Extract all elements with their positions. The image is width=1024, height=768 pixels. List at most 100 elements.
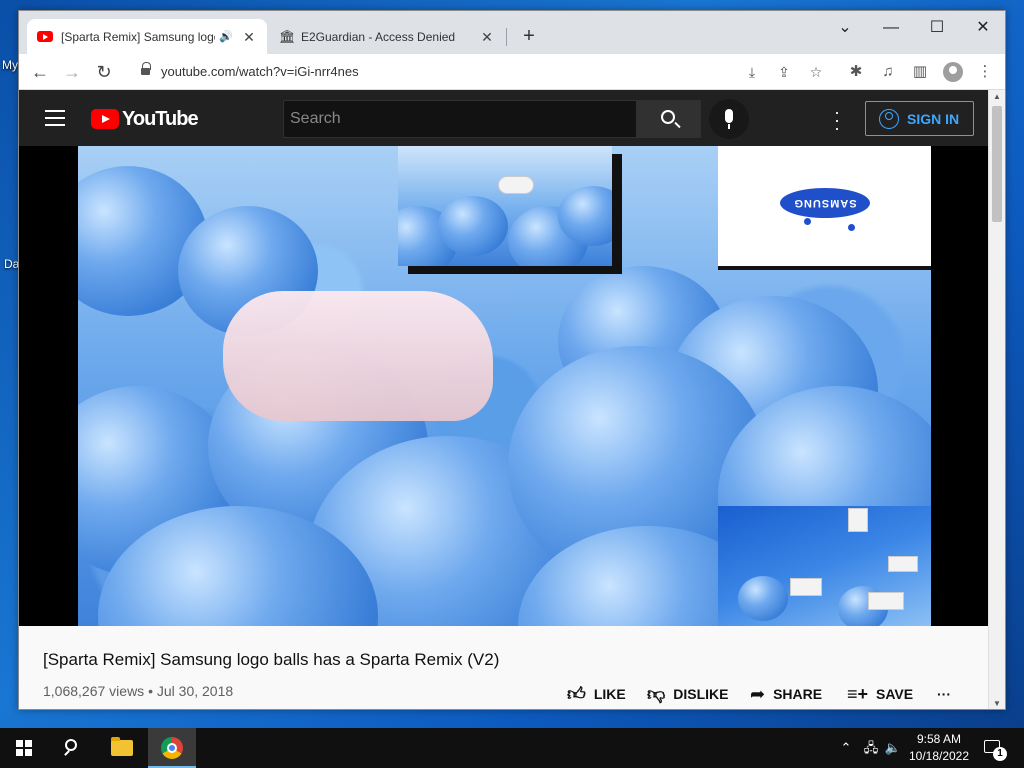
tab-youtube[interactable]: [Sparta Remix] Samsung logo balls has a … — [27, 19, 267, 54]
tab-strip: [Sparta Remix] Samsung logo balls has a … — [19, 11, 1005, 54]
scroll-up-arrow-icon[interactable]: ▲ — [989, 90, 1005, 104]
samsung-logo-icon: SAMSUNG — [780, 188, 870, 218]
view-count: 1,068,267 views — [43, 683, 145, 699]
video-title: [Sparta Remix] Samsung logo balls has a … — [43, 650, 500, 669]
add-to-playlist-icon: ≡+ — [847, 683, 869, 704]
start-button[interactable] — [0, 728, 48, 768]
side-panel-icon[interactable]: ▥ — [908, 60, 932, 84]
microphone-stand — [728, 124, 730, 129]
bookmark-star-icon[interactable]: ☆ — [805, 61, 827, 83]
tab-title: [Sparta Remix] Samsung logo balls has a … — [61, 29, 215, 44]
youtube-logo[interactable]: YouTube — [91, 108, 199, 130]
reload-button[interactable]: ↻ — [91, 59, 117, 85]
youtube-page: YouTube Search · · · SIGN IN SAMSUNG [Sp… — [19, 90, 990, 709]
network-icon[interactable]: 🖧 — [860, 728, 882, 768]
upload-date: Jul 30, 2018 — [156, 683, 234, 699]
dislike-button[interactable]: 👎︎ DISLIKE — [647, 682, 729, 706]
search-button[interactable] — [637, 100, 701, 138]
save-button[interactable]: ≡+ SAVE — [847, 682, 913, 706]
tab-title: E2Guardian - Access Denied — [301, 29, 456, 44]
action-center-button[interactable]: 1 — [982, 737, 1007, 761]
search-icon — [661, 110, 675, 124]
logo-drop — [848, 224, 855, 231]
search-input[interactable]: Search — [283, 100, 637, 138]
url-text[interactable]: youtube.com/watch?v=iGi-nrr4nes — [161, 64, 359, 79]
voice-search-button[interactable] — [709, 99, 749, 139]
extensions-puzzle-icon[interactable]: ✱ — [844, 60, 868, 84]
tab-e2guardian[interactable]: 🏛 E2Guardian - Access Denied ✕ — [271, 19, 503, 54]
close-tab-icon[interactable]: ✕ — [479, 29, 495, 45]
tab-search-chevron-icon[interactable]: ⌄ — [822, 15, 868, 43]
settings-dots-icon[interactable]: · · · — [829, 103, 845, 137]
white-letter-block — [848, 508, 868, 532]
logo-drop — [804, 218, 811, 225]
samsung-letter-s-object — [223, 291, 493, 421]
notification-count-badge: 1 — [993, 747, 1007, 761]
blue-ball — [438, 196, 508, 256]
share-page-icon[interactable]: ⇪ — [773, 61, 795, 83]
close-window-button[interactable]: ✕ — [960, 15, 1005, 43]
like-button[interactable]: 👍︎ LIKE — [567, 682, 626, 706]
share-button[interactable]: ➦ SHARE — [750, 682, 822, 706]
like-label: LIKE — [593, 686, 626, 702]
file-explorer-button[interactable] — [98, 728, 146, 768]
system-clock[interactable]: 9:58 AM 10/18/2022 — [902, 731, 976, 765]
browser-window: [Sparta Remix] Samsung logo balls has a … — [18, 10, 1006, 710]
white-letter-block — [498, 176, 534, 194]
more-actions-icon[interactable]: ··· — [937, 682, 951, 706]
white-letter-block — [888, 556, 918, 572]
minimize-button[interactable]: — — [868, 15, 914, 43]
pip-inset-bottom-right — [718, 506, 931, 626]
video-player[interactable]: SAMSUNG — [19, 146, 990, 626]
desktop-icon-label[interactable]: My — [2, 58, 18, 72]
hamburger-menu-icon[interactable] — [45, 110, 65, 126]
taskbar-search-button[interactable] — [48, 728, 96, 768]
clock-time: 9:58 AM — [916, 732, 962, 746]
thumbs-down-icon: 👎︎ — [647, 684, 666, 704]
address-bar[interactable]: youtube.com/watch?v=iGi-nrr4nes ⤓ ⇪ ☆ — [131, 58, 843, 86]
scroll-down-arrow-icon[interactable]: ▼ — [989, 697, 1005, 709]
volume-icon[interactable]: 🔈 — [882, 728, 904, 768]
meta-separator: • — [148, 683, 157, 699]
taskbar: ⌃ 🖧 🔈 9:58 AM 10/18/2022 1 — [0, 728, 1024, 768]
youtube-play-logo-icon — [91, 109, 119, 129]
clock-date: 10/18/2022 — [908, 749, 970, 763]
lock-icon[interactable] — [141, 62, 151, 77]
scrollbar-thumb[interactable] — [992, 106, 1002, 222]
page-scrollbar[interactable]: ▲ ▼ — [988, 90, 1005, 709]
white-letter-block — [790, 578, 822, 596]
search-placeholder: Search — [290, 110, 341, 127]
windows-logo-icon — [16, 740, 32, 756]
chrome-taskbar-button[interactable] — [148, 728, 196, 768]
video-stats: 1,068,267 views • Jul 30, 2018 — [43, 683, 233, 699]
search-handle — [64, 750, 70, 756]
audio-playing-icon[interactable]: 🔊 — [219, 30, 233, 43]
back-button[interactable]: ← — [27, 59, 53, 85]
install-app-icon[interactable]: ⤓ — [741, 61, 763, 83]
chrome-menu-icon[interactable]: ⋮ — [973, 60, 997, 84]
white-letter-block — [868, 592, 904, 610]
browser-toolbar: ← → ↻ youtube.com/watch?v=iGi-nrr4nes ⤓ … — [19, 54, 1005, 90]
media-controls-icon[interactable]: ♫ — [876, 60, 900, 84]
close-tab-icon[interactable]: ✕ — [241, 29, 257, 45]
maximize-button[interactable]: ☐ — [914, 15, 960, 43]
tab-separator — [506, 28, 507, 46]
blue-ball — [738, 576, 788, 621]
profile-avatar-icon[interactable] — [943, 62, 963, 82]
thumbs-up-icon: 👍︎ — [567, 684, 586, 704]
e2guardian-favicon-icon: 🏛 — [279, 28, 296, 44]
chrome-icon — [161, 737, 183, 759]
microphone-icon — [725, 109, 733, 123]
video-frame[interactable]: SAMSUNG — [78, 146, 931, 626]
new-tab-button[interactable]: + — [517, 25, 541, 49]
share-label: SHARE — [773, 686, 823, 702]
youtube-header: YouTube Search · · · SIGN IN — [19, 90, 990, 146]
account-circle-icon — [879, 108, 899, 129]
search-icon — [65, 739, 77, 751]
forward-button[interactable]: → — [59, 59, 85, 85]
sign-in-button[interactable]: SIGN IN — [865, 101, 974, 136]
sign-in-label: SIGN IN — [907, 110, 960, 127]
show-hidden-icons-chevron-icon[interactable]: ⌃ — [836, 728, 856, 768]
share-arrow-icon: ➦ — [750, 683, 766, 704]
video-info: [Sparta Remix] Samsung logo balls has a … — [19, 626, 990, 709]
